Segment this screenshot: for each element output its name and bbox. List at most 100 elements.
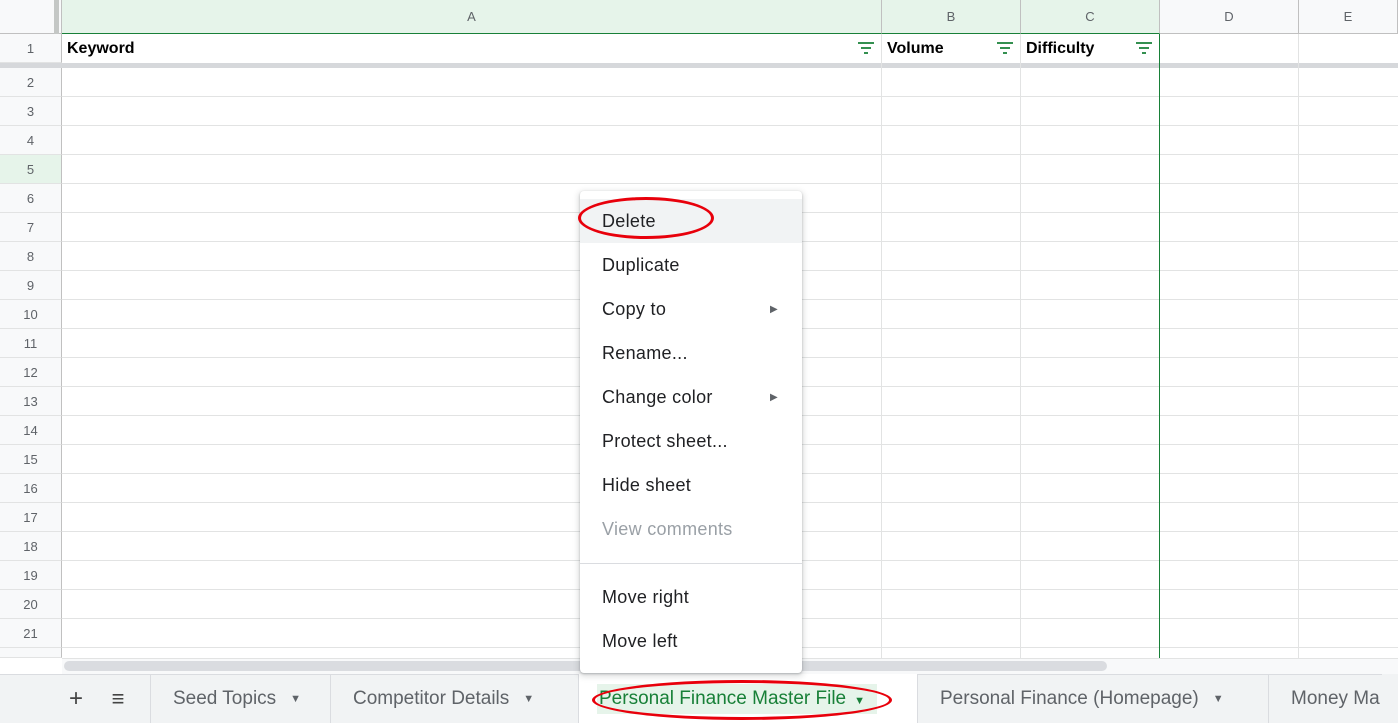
column-header-b[interactable]: B [882,0,1021,34]
row-header-14[interactable]: 14 [0,416,62,445]
menu-label: Move right [602,586,690,607]
cell-text: Difficulty [1026,39,1095,57]
row-label: 11 [23,335,38,351]
freeze-handle[interactable] [54,0,59,34]
tab-label: Seed Topics [173,687,277,709]
tab-overflow-fade [1382,674,1398,723]
menu-label: Move left [602,630,678,651]
frozen-rows-divider[interactable] [0,63,1398,68]
tab-label: Money Ma [1291,687,1380,709]
row-header-7[interactable]: 7 [0,213,62,242]
row-header-22[interactable] [0,648,62,658]
menu-item-copy-to[interactable]: Copy to ▶ [580,287,802,331]
column-label: C [1085,9,1095,24]
annotation-ellipse [592,680,892,720]
menu-item-move-right[interactable]: Move right [580,575,802,619]
row-label: 1 [26,40,35,56]
row-label: 21 [23,625,38,641]
row-header-16[interactable]: 16 [0,474,62,503]
grid-line [62,154,1398,155]
row-label: 12 [23,364,38,380]
menu-item-protect-sheet[interactable]: Protect sheet... [580,419,802,463]
select-all-corner[interactable] [0,0,62,34]
chevron-down-icon[interactable]: ▼ [290,693,301,705]
plus-icon: + [68,684,83,712]
row-label: 15 [23,451,38,467]
menu-label: Rename... [602,342,688,363]
filter-icon[interactable] [857,41,875,60]
row-header-20[interactable]: 20 [0,590,62,619]
add-sheet-icon[interactable]: + [60,674,92,723]
row-label: 17 [23,509,38,525]
cell-keyword-header[interactable]: Keyword [62,34,882,63]
row-header-5[interactable]: 5 [0,155,62,184]
chevron-down-icon[interactable]: ▼ [1213,693,1224,705]
row-header-11[interactable]: 11 [0,329,62,358]
menu-label: View comments [602,518,733,539]
row-label: 8 [26,248,35,264]
column-header-e[interactable]: E [1299,0,1398,34]
cell-text: Volume [887,39,944,57]
row-header-6[interactable]: 6 [0,184,62,213]
column-header-c[interactable]: C [1021,0,1160,34]
row-header-10[interactable]: 10 [0,300,62,329]
row-header-9[interactable]: 9 [0,271,62,300]
row-header-17[interactable]: 17 [0,503,62,532]
row-header-18[interactable]: 18 [0,532,62,561]
row-header-21[interactable]: 21 [0,619,62,648]
grid-line [62,125,1398,126]
menu-item-move-left[interactable]: Move left [580,619,802,663]
row-label: 20 [23,596,38,612]
row-header-12[interactable]: 12 [0,358,62,387]
sheet-tab-seed-topics[interactable]: Seed Topics ▼ [150,674,331,723]
column-label: D [1224,9,1234,24]
submenu-arrow-icon: ▶ [770,303,778,315]
row-label: 9 [26,277,35,293]
row-label: 4 [26,132,35,148]
row-label: 14 [23,422,38,438]
tab-label: Competitor Details [353,687,510,709]
menu-label: Protect sheet... [602,430,728,451]
sheet-tab-competitor-details[interactable]: Competitor Details ▼ [331,674,579,723]
column-header-d[interactable]: D [1160,0,1299,34]
row-label: 3 [26,103,35,119]
menu-item-hide-sheet[interactable]: Hide sheet [580,463,802,507]
tab-label: Personal Finance (Homepage) [940,687,1199,709]
annotation-ellipse [578,197,714,239]
row-header-4[interactable]: 4 [0,126,62,155]
row-label: 13 [23,393,38,409]
row-label: 10 [23,306,38,322]
menu-item-view-comments: View comments [580,507,802,551]
menu-label: Copy to [602,298,667,319]
row-header-15[interactable]: 15 [0,445,62,474]
menu-item-duplicate[interactable]: Duplicate [580,243,802,287]
row-header-19[interactable]: 19 [0,561,62,590]
row-label: 19 [23,567,38,583]
sheet-tab-personal-finance-homepage[interactable]: Personal Finance (Homepage) ▼ [918,674,1269,723]
list-icon: ≡ [111,685,125,711]
cell-text: Keyword [67,39,135,57]
filter-icon[interactable] [1135,41,1153,60]
column-header-a[interactable]: A [62,0,882,34]
sheet-tab-money-ma[interactable]: Money Ma [1269,674,1398,723]
row-header-13[interactable]: 13 [0,387,62,416]
chevron-down-icon[interactable]: ▼ [523,693,534,705]
grid-line [62,183,1398,184]
submenu-arrow-icon: ▶ [770,391,778,403]
menu-label: Change color [602,386,713,407]
row-header-2[interactable]: 2 [0,68,62,97]
menu-item-change-color[interactable]: Change color ▶ [580,375,802,419]
grid-line [1020,34,1021,658]
grid-line [62,96,1398,97]
row-header-3[interactable]: 3 [0,97,62,126]
row-label: 7 [26,219,35,235]
all-sheets-icon[interactable]: ≡ [102,674,134,723]
row-header-8[interactable]: 8 [0,242,62,271]
grid-line [1298,34,1299,658]
row-header-1[interactable]: 1 [0,34,62,63]
row-label: 16 [23,480,38,496]
filter-icon[interactable] [996,41,1014,60]
column-label: B [946,9,956,24]
column-label: E [1343,9,1353,24]
menu-item-rename[interactable]: Rename... [580,331,802,375]
